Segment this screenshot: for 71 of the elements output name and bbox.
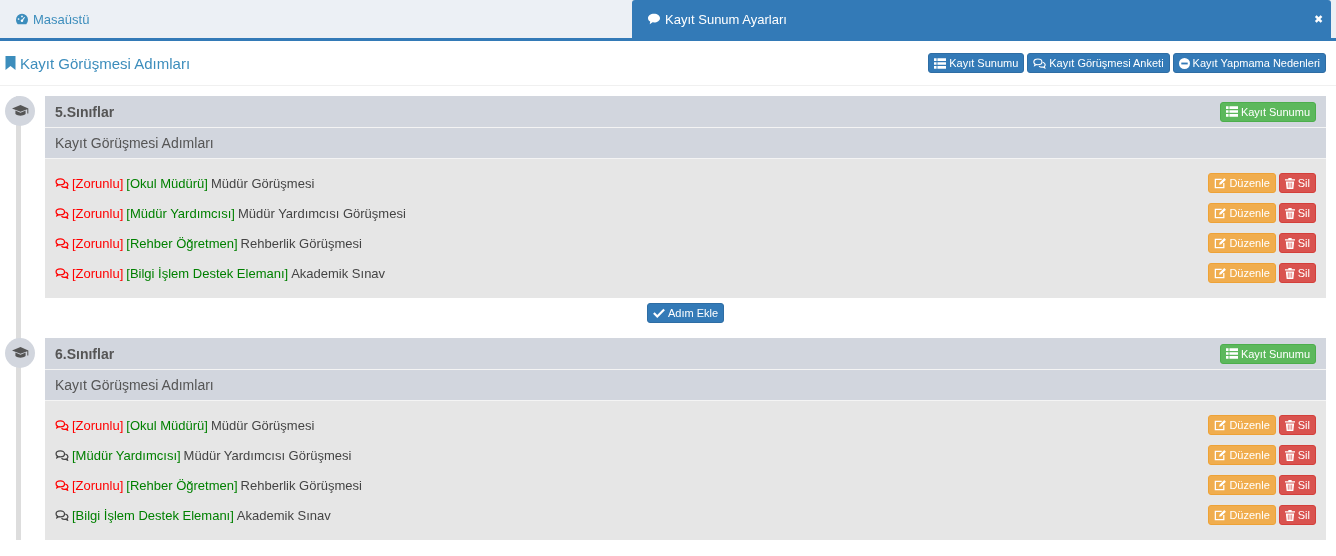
trash-icon (1284, 509, 1295, 521)
role-tag: [Bilgi İşlem Destek Elemanı] (126, 265, 289, 281)
list-icon (934, 57, 947, 69)
step-title: Rehberlik Görüşmesi (240, 235, 362, 251)
mandatory-tag: [Zorunlu] (72, 477, 124, 493)
trash-icon (1284, 419, 1295, 431)
edit-icon (1214, 509, 1227, 521)
role-tag: [Müdür Yardımcısı] (72, 447, 181, 463)
step-title: Akademik Sınav (291, 265, 386, 281)
bookmark-icon (5, 56, 16, 70)
delete-button[interactable]: Sil (1278, 173, 1316, 193)
mandatory-tag: [Zorunlu] (72, 205, 124, 221)
header-button[interactable]: Kayıt Sunumu (928, 53, 1025, 73)
minus-circle-icon (1178, 57, 1190, 69)
presentation-button[interactable]: Kayıt Sunumu (1219, 101, 1316, 122)
tab-label: Masaüstü (33, 11, 90, 27)
tab[interactable]: Kayıt Sunum Ayarları ✖ (632, 0, 1331, 38)
delete-button[interactable]: Sil (1278, 263, 1316, 283)
role-tag: [Okul Müdürü] (126, 417, 208, 433)
mandatory-tag: [Zorunlu] (72, 417, 124, 433)
edit-icon (1214, 267, 1227, 279)
role-tag: [Müdür Yardımcısı] (126, 205, 235, 221)
dashboard-icon (15, 13, 29, 25)
tab[interactable]: Masaüstü (0, 0, 630, 38)
presentation-button[interactable]: Kayıt Sunumu (1219, 343, 1316, 364)
trash-icon (1284, 237, 1295, 249)
edit-icon (1214, 479, 1227, 491)
checkmark-icon (652, 308, 665, 318)
list-icon (1225, 106, 1238, 117)
header-button[interactable]: Kayıt Yapmama Nedenleri (1172, 53, 1326, 73)
step-title: Müdür Yardımcısı Görüşmesi (237, 205, 406, 221)
mandatory-tag: [Zorunlu] (72, 265, 124, 281)
step-title: Akademik Sınav (236, 507, 331, 523)
step-title: Müdür Görüşmesi (210, 417, 315, 433)
header-button[interactable]: Kayıt Görüşmesi Anketi (1027, 53, 1170, 73)
section-subtitle: Kayıt Görüşmesi Adımları (55, 135, 214, 151)
comments-icon (1033, 57, 1047, 69)
page-title: Kayıt Görüşmesi Adımları (20, 54, 191, 72)
class-title: 6.Sınıflar (55, 345, 115, 362)
step-title: Rehberlik Görüşmesi (240, 477, 362, 493)
role-tag: [Okul Müdürü] (126, 175, 208, 191)
delete-button[interactable]: Sil (1278, 203, 1316, 223)
mandatory-tag: [Zorunlu] (72, 175, 124, 191)
mandatory-tag: [Zorunlu] (72, 235, 124, 251)
role-tag: [Rehber Öğretmen] (126, 477, 238, 493)
edit-icon (1214, 237, 1227, 249)
delete-button[interactable]: Sil (1278, 445, 1316, 465)
role-tag: [Rehber Öğretmen] (126, 235, 238, 251)
edit-icon (1214, 177, 1227, 189)
delete-button[interactable]: Sil (1278, 233, 1316, 253)
section-subtitle: Kayıt Görüşmesi Adımları (55, 377, 214, 393)
speech-bubble-icon (647, 13, 661, 25)
step-title: Müdür Görüşmesi (210, 175, 315, 191)
role-tag: [Bilgi İşlem Destek Elemanı] (72, 507, 234, 523)
list-icon (1225, 348, 1238, 359)
trash-icon (1284, 207, 1295, 219)
class-title: 5.Sınıflar (55, 103, 115, 120)
add-step-button[interactable]: Adım Ekle (646, 303, 725, 323)
edit-icon (1214, 207, 1227, 219)
delete-button[interactable]: Sil (1278, 415, 1316, 435)
trash-icon (1284, 479, 1295, 491)
trash-icon (1284, 449, 1295, 461)
tab-label: Kayıt Sunum Ayarları (665, 11, 787, 27)
step-title: Müdür Yardımcısı Görüşmesi (183, 447, 352, 463)
edit-icon (1214, 419, 1227, 431)
edit-icon (1214, 449, 1227, 461)
delete-button[interactable]: Sil (1278, 505, 1316, 525)
trash-icon (1284, 267, 1295, 279)
delete-button[interactable]: Sil (1278, 475, 1316, 495)
close-icon[interactable]: ✖ (1314, 12, 1323, 26)
trash-icon (1284, 177, 1295, 189)
